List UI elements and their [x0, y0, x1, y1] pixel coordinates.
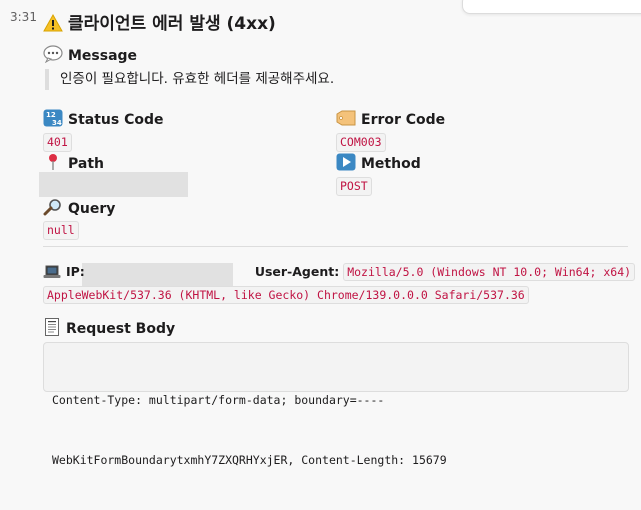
magnifier-icon — [43, 198, 63, 220]
error-code-heading: Error Code — [336, 109, 445, 131]
request-body-heading: Request Body — [43, 318, 175, 340]
method-value: POST — [336, 177, 372, 196]
section-divider — [43, 246, 628, 247]
request-body-line1: Content-Type: multipart/form-data; bound… — [52, 393, 385, 407]
svg-text:12: 12 — [46, 111, 56, 119]
request-body-line2: WebKitFormBoundarytxmhY7ZXQRHYxjER, Cont… — [52, 453, 447, 467]
request-body-codeblock[interactable]: Content-Type: multipart/form-data; bound… — [43, 342, 629, 467]
user-agent-label: User-Agent: — [254, 264, 340, 279]
alert-title: 클라이언트 에러 발생 (4xx) — [43, 9, 276, 37]
warning-icon — [43, 13, 63, 37]
status-code-heading: 12 34 Status Code — [43, 109, 164, 131]
play-button-icon — [336, 153, 356, 175]
message-quote: 인증이 필요합니다. 유효한 헤더를 제공해주세요. — [45, 69, 334, 90]
path-redacted — [39, 172, 188, 197]
error-code-value: COM003 — [336, 133, 386, 152]
speech-bubble-icon — [43, 45, 63, 67]
client-info: IP: User-Agent: Mozilla/5.0 (Windows NT 1… — [43, 263, 636, 283]
query-value: null — [43, 221, 79, 240]
user-agent-line2-wrap: AppleWebKit/537.36 (KHTML, like Gecko) C… — [43, 286, 529, 304]
numbers-icon: 12 34 — [43, 109, 63, 131]
user-agent-value-line2: AppleWebKit/537.36 (KHTML, like Gecko) C… — [43, 286, 529, 304]
method-heading: Method — [336, 153, 421, 175]
status-code-value: 401 — [43, 133, 72, 152]
user-agent-value-line1: Mozilla/5.0 (Windows NT 10.0; Win64; x64… — [343, 263, 636, 281]
message-heading: Message — [43, 45, 137, 67]
query-heading: Query — [43, 198, 115, 220]
ip-label: IP: — [66, 264, 85, 279]
label-tag-icon — [336, 109, 356, 131]
laptop-icon — [43, 265, 61, 283]
message-timestamp[interactable]: 3:31 — [10, 10, 37, 24]
alert-title-text: 클라이언트 에러 발생 (4xx) — [68, 14, 276, 34]
svg-text:34: 34 — [52, 119, 62, 127]
previous-message-card — [462, 0, 641, 14]
receipt-icon — [43, 318, 61, 340]
